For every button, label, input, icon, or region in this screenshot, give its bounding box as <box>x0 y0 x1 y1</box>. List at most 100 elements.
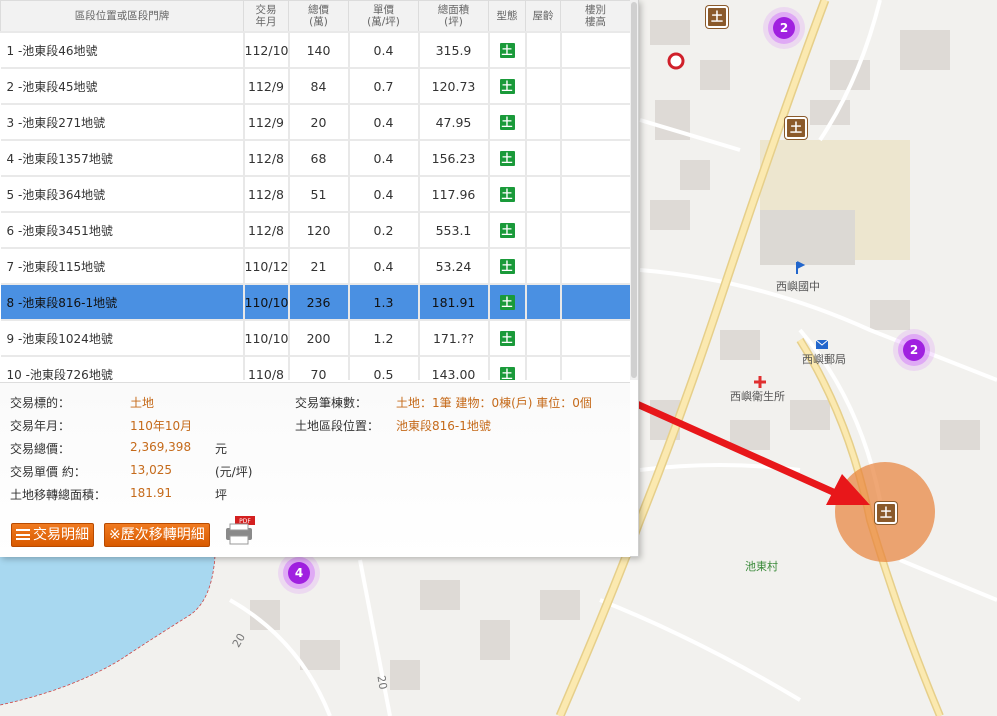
transaction-detail-button-label: 交易明細 <box>33 527 89 543</box>
detail-total-label: 交易總價： <box>10 442 71 456</box>
cell-type: 土 <box>488 283 527 321</box>
header-age[interactable]: 屋齡 <box>525 0 561 33</box>
cell-total-price: 140 <box>288 31 350 69</box>
land-type-icon: 土 <box>499 115 515 130</box>
cell-floor <box>560 31 630 69</box>
cell-total-price: 70 <box>288 355 350 380</box>
land-type-icon: 土 <box>499 331 515 346</box>
cell-address: 6 -池東段3451地號 <box>0 211 245 249</box>
detail-area-unit: 坪 <box>215 488 228 502</box>
cell-age <box>525 211 562 249</box>
cell-area: 117.96 <box>418 175 490 213</box>
header-unit-price[interactable]: 單價 (萬/坪) <box>348 0 419 33</box>
cell-year-month: 112/9 <box>243 103 290 141</box>
cell-unit-price: 0.4 <box>348 139 420 177</box>
table-row[interactable]: 9 -池東段1024地號 110/10 200 1.2 171.?? 土 <box>0 319 630 357</box>
print-pdf-icon[interactable]: PDF <box>224 516 256 546</box>
cell-type: 土 <box>488 31 527 69</box>
table-row[interactable]: 5 -池東段364地號 112/8 51 0.4 117.96 土 <box>0 175 630 213</box>
detail-count-label: 交易筆棟數： <box>295 396 368 410</box>
table-row[interactable]: 6 -池東段3451地號 112/8 120 0.2 553.1 土 <box>0 211 630 249</box>
cell-floor <box>560 319 630 357</box>
detail-total-unit: 元 <box>215 442 228 456</box>
table-row[interactable]: 3 -池東段271地號 112/9 20 0.4 47.95 土 <box>0 103 630 141</box>
header-total-price[interactable]: 總價 (萬) <box>288 0 349 33</box>
cell-unit-price: 0.4 <box>348 247 420 285</box>
cell-floor <box>560 67 630 105</box>
cell-area: 315.9 <box>418 31 490 69</box>
table-row[interactable]: 8 -池東段816-1地號 110/10 236 1.3 181.91 土 <box>0 283 630 321</box>
cell-age <box>525 67 562 105</box>
detail-unitprice-label: 交易單價 約： <box>10 465 86 479</box>
cell-year-month: 112/9 <box>243 67 290 105</box>
table-row[interactable]: 7 -池東段115地號 110/12 21 0.4 53.24 土 <box>0 247 630 285</box>
detail-area-label: 土地移轉總面積： <box>10 488 107 502</box>
scrollbar-thumb[interactable] <box>631 2 637 378</box>
land-marker-icon[interactable]: 土 <box>875 502 897 524</box>
map-label-post-office: 西嶼郵局 <box>802 353 846 366</box>
cluster-marker[interactable]: 2 <box>903 339 925 361</box>
land-type-icon: 土 <box>499 367 515 380</box>
land-type-icon: 土 <box>499 151 515 166</box>
header-year-month[interactable]: 交易 年月 <box>243 0 289 33</box>
cell-address: 2 -池東段45地號 <box>0 67 245 105</box>
transfer-history-button[interactable]: ※歷次移轉明細 <box>104 523 210 547</box>
map-label-school: 西嶼國中 <box>776 280 820 293</box>
table-row[interactable]: 4 -池東段1357地號 112/8 68 0.4 156.23 土 <box>0 139 630 177</box>
land-marker-icon[interactable]: 土 <box>785 117 807 139</box>
map-road-number: 20 <box>374 674 390 691</box>
cell-address: 5 -池東段364地號 <box>0 175 245 213</box>
cell-age <box>525 31 562 69</box>
cell-total-price: 236 <box>288 283 350 321</box>
cell-year-month: 112/8 <box>243 211 290 249</box>
cell-year-month: 112/8 <box>243 175 290 213</box>
cell-area: 47.95 <box>418 103 490 141</box>
detail-unitprice-unit: (元/坪) <box>215 465 253 479</box>
table-row[interactable]: 1 -池東段46地號 112/10 140 0.4 315.9 土 <box>0 31 630 69</box>
header-area[interactable]: 總面積 (坪) <box>418 0 489 33</box>
transaction-table-container: 區段位置或區段門牌 交易 年月 總價 (萬) 單價 (萬/坪) 總面積 (坪) … <box>0 0 630 380</box>
cell-type: 土 <box>488 139 527 177</box>
map-label-village: 池東村 <box>745 560 778 573</box>
cell-floor <box>560 283 630 321</box>
cell-floor <box>560 355 630 380</box>
detail-target-value: 土地 <box>130 396 155 410</box>
cell-area: 171.?? <box>418 319 490 357</box>
land-type-icon: 土 <box>499 259 515 274</box>
cell-unit-price: 0.7 <box>348 67 420 105</box>
cell-type: 土 <box>488 175 527 213</box>
table-row[interactable]: 2 -池東段45地號 112/9 84 0.7 120.73 土 <box>0 67 630 105</box>
cell-type: 土 <box>488 67 527 105</box>
cell-type: 土 <box>488 319 527 357</box>
detail-total-value: 2,369,398 <box>130 440 192 454</box>
header-type[interactable]: 型態 <box>488 0 526 33</box>
cell-total-price: 51 <box>288 175 350 213</box>
cell-total-price: 200 <box>288 319 350 357</box>
cell-area: 181.91 <box>418 283 490 321</box>
detail-count-value: 土地：1筆 建物：0棟(戶) 車位：0個 <box>396 396 592 410</box>
land-marker-icon[interactable]: 土 <box>706 6 728 28</box>
header-floor[interactable]: 樓別 樓高 <box>560 0 630 33</box>
cell-address: 10 -池東段726地號 <box>0 355 245 380</box>
cell-year-month: 110/12 <box>243 247 290 285</box>
land-type-icon: 土 <box>499 223 515 238</box>
cell-area: 53.24 <box>418 247 490 285</box>
cell-area: 553.1 <box>418 211 490 249</box>
cell-unit-price: 1.2 <box>348 319 420 357</box>
table-scrollbar[interactable] <box>630 0 638 380</box>
cell-address: 3 -池東段271地號 <box>0 103 245 141</box>
transaction-detail-button[interactable]: 交易明細 <box>11 523 94 547</box>
header-address[interactable]: 區段位置或區段門牌 <box>0 0 244 33</box>
cell-area: 120.73 <box>418 67 490 105</box>
transaction-table: 區段位置或區段門牌 交易 年月 總價 (萬) 單價 (萬/坪) 總面積 (坪) … <box>0 0 630 380</box>
cell-type: 土 <box>488 247 527 285</box>
map-label-clinic: 西嶼衛生所 <box>730 390 785 403</box>
cell-area: 143.00 <box>418 355 490 380</box>
cell-year-month: 110/10 <box>243 283 290 321</box>
map-point-marker[interactable] <box>667 52 685 70</box>
cluster-marker[interactable]: 4 <box>288 562 310 584</box>
cell-total-price: 21 <box>288 247 350 285</box>
table-row[interactable]: 10 -池東段726地號 110/8 70 0.5 143.00 土 <box>0 355 630 380</box>
cluster-marker[interactable]: 2 <box>773 17 795 39</box>
cell-address: 1 -池東段46地號 <box>0 31 245 69</box>
